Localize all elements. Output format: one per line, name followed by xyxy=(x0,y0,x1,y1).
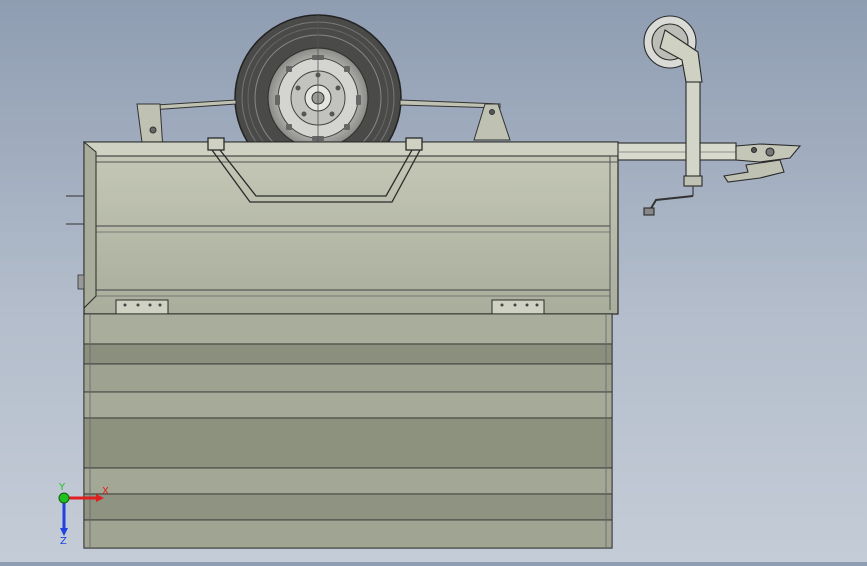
drawbar-assembly xyxy=(617,142,802,183)
z-axis-label: Z xyxy=(60,536,67,544)
trailer-chassis-body xyxy=(66,140,619,315)
lower-deck-panel xyxy=(83,313,613,549)
trailer-model-drawing[interactable] xyxy=(0,0,867,562)
y-axis-label: Y xyxy=(58,482,66,493)
jockey-wheel-assembly xyxy=(643,15,703,216)
cad-graphics-viewport[interactable]: X Y Z xyxy=(0,0,867,562)
z-axis-arrowhead xyxy=(60,528,68,536)
y-axis-dot xyxy=(58,492,70,504)
x-axis-label: X xyxy=(102,486,109,497)
coordinate-triad: X Y Z xyxy=(50,482,120,547)
